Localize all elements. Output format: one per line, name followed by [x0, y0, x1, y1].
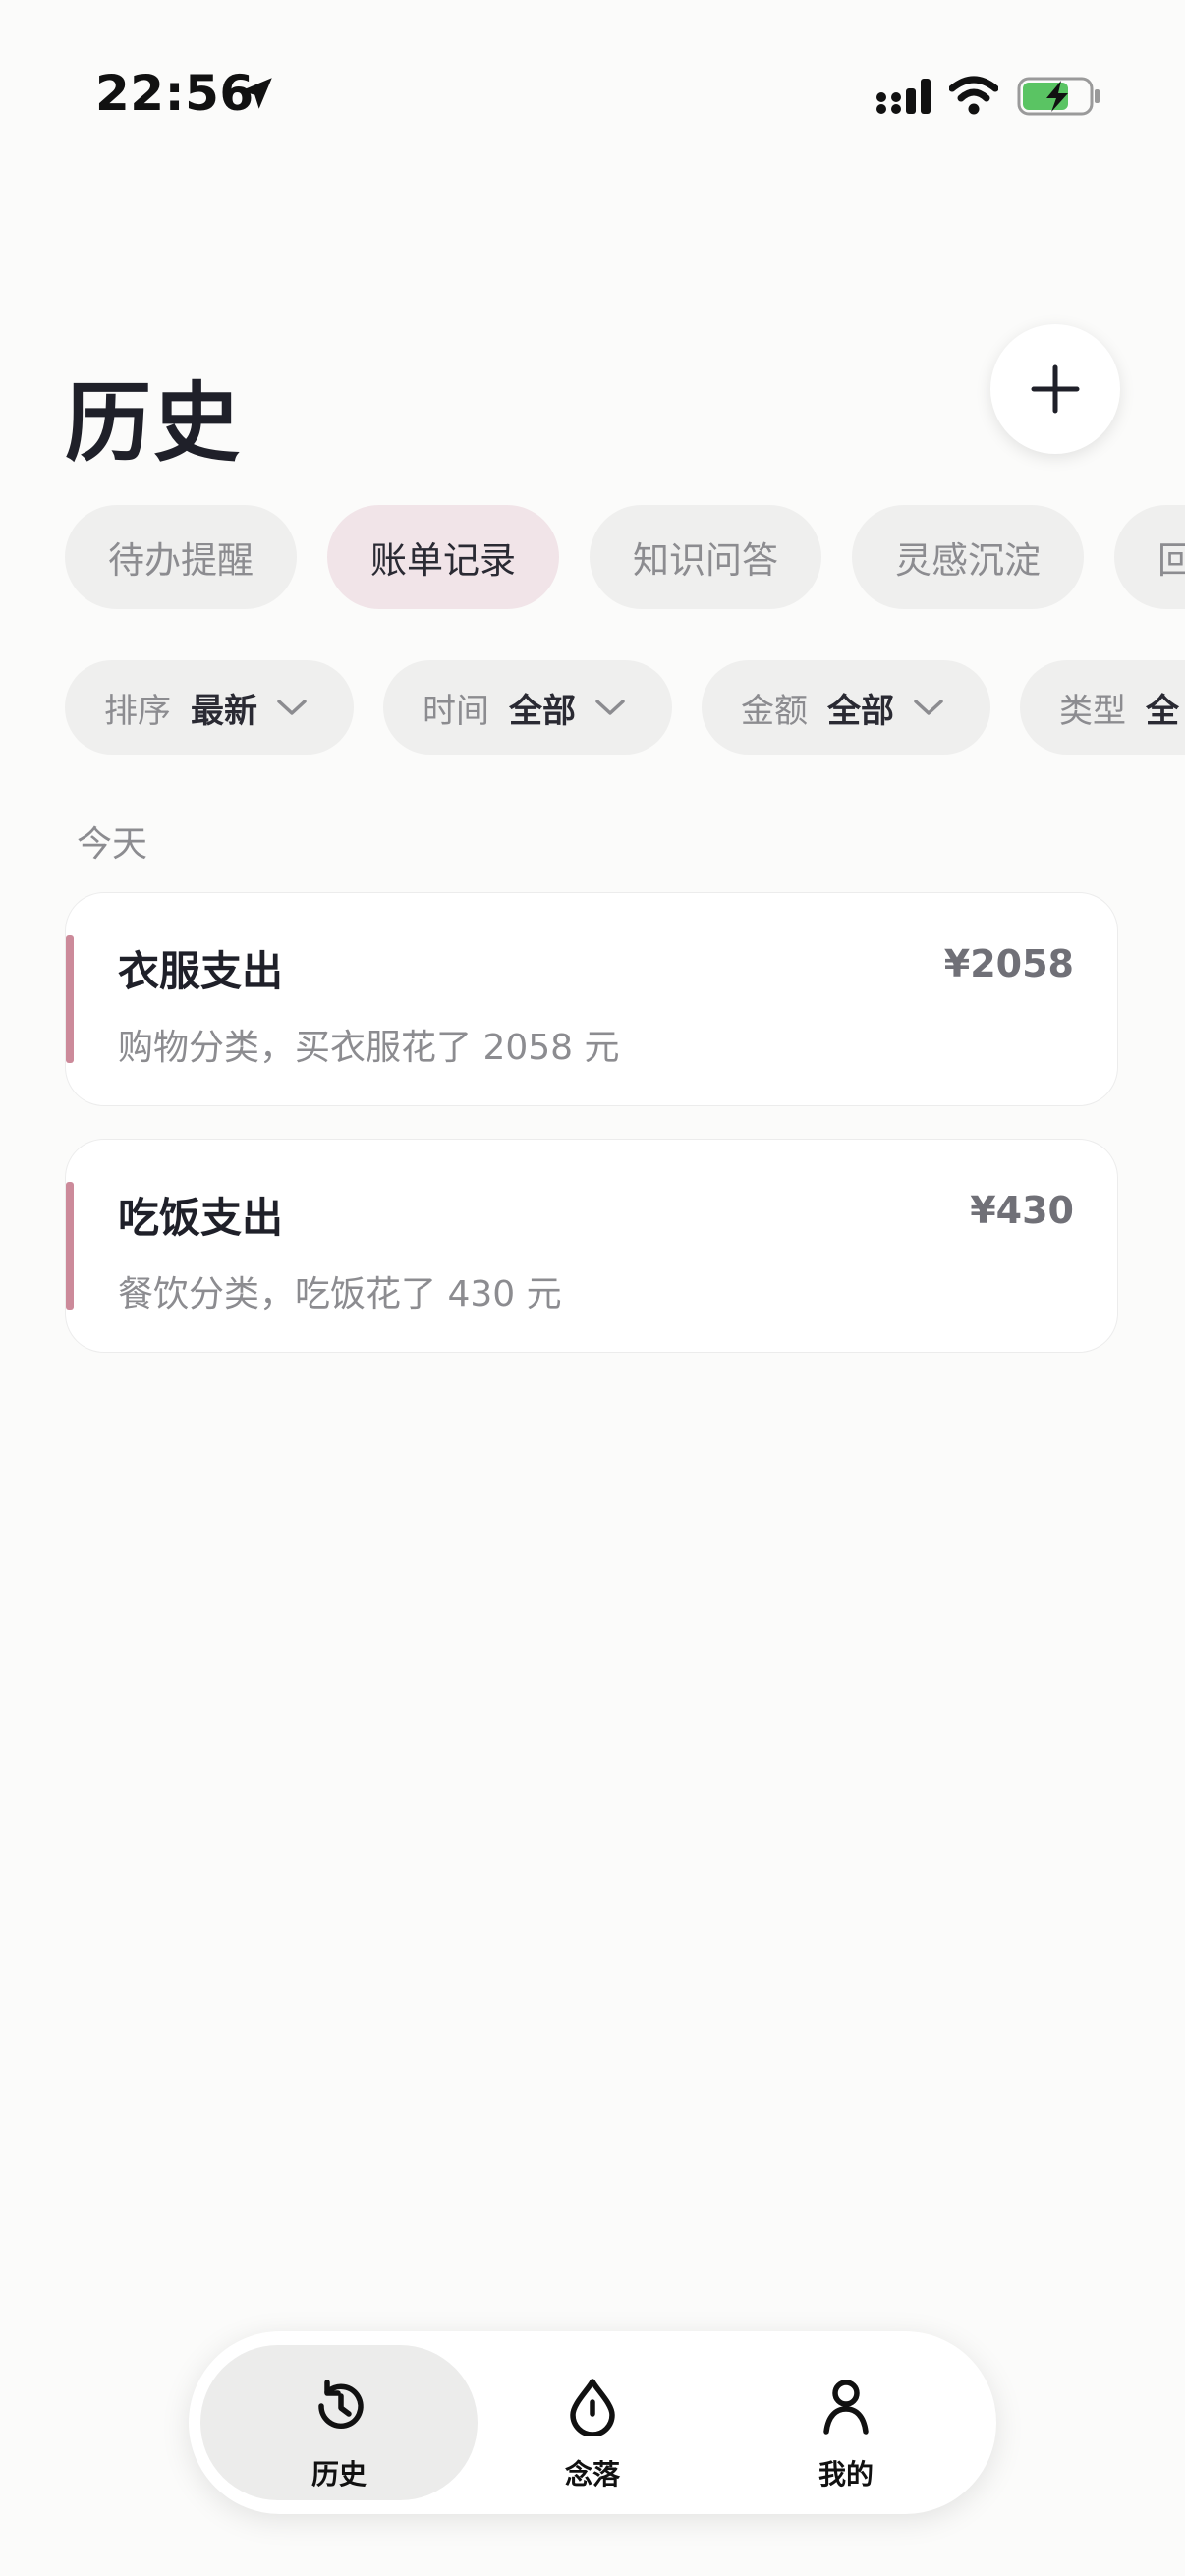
nav-item-nianluo[interactable]: 念落	[454, 2345, 731, 2500]
record-title: 衣服支出	[118, 947, 284, 995]
chevron-down-icon	[595, 700, 625, 715]
filter-label: 排序	[104, 691, 171, 731]
filter-bar: 排序 最新 时间 全部 金额 全部 类型 全	[65, 660, 1185, 755]
nav-label: 历史	[310, 2458, 367, 2491]
history-icon	[318, 2380, 364, 2429]
card-accent-bar	[66, 1182, 74, 1310]
sort-filter[interactable]: 排序 最新	[65, 660, 354, 755]
user-icon	[823, 2380, 869, 2435]
tab-more[interactable]: 回	[1114, 505, 1185, 609]
filter-value: 全部	[509, 691, 576, 731]
wifi-icon	[949, 76, 998, 115]
page-title: 历史	[65, 372, 243, 474]
time-filter[interactable]: 时间 全部	[383, 660, 672, 755]
record-card[interactable]: 吃饭支出 ¥430 餐饮分类，吃饭花了 430 元	[65, 1139, 1118, 1353]
nav-item-history[interactable]: 历史	[200, 2345, 478, 2500]
filter-label: 金额	[741, 691, 808, 731]
category-tabs: 待办提醒 账单记录 知识问答 灵感沉淀 回	[65, 505, 1185, 609]
status-time: 22:56	[95, 65, 254, 122]
tab-todo[interactable]: 待办提醒	[65, 505, 297, 609]
bottom-nav: 历史 念落 我的	[189, 2331, 996, 2514]
plus-icon	[1031, 364, 1080, 414]
add-button[interactable]	[990, 324, 1120, 454]
filter-value: 最新	[191, 691, 257, 731]
nav-label: 我的	[818, 2458, 874, 2491]
filter-label: 时间	[423, 691, 489, 731]
drop-icon	[570, 2379, 615, 2436]
chevron-down-icon	[914, 700, 943, 715]
nav-item-profile[interactable]: 我的	[707, 2345, 985, 2500]
record-description: 购物分类，买衣服花了 2058 元	[118, 1028, 620, 1068]
nav-label: 念落	[564, 2458, 620, 2491]
cellular-signal-icon	[876, 79, 931, 114]
filter-label: 类型	[1059, 691, 1126, 731]
battery-charging-icon	[1017, 77, 1100, 116]
location-arrow-icon	[241, 78, 272, 109]
tab-inspiration[interactable]: 灵感沉淀	[852, 505, 1084, 609]
record-description: 餐饮分类，吃饭花了 430 元	[118, 1274, 562, 1315]
record-title: 吃饭支出	[118, 1194, 284, 1242]
tab-knowledge[interactable]: 知识问答	[590, 505, 821, 609]
filter-value: 全部	[827, 691, 894, 731]
record-amount: ¥2058	[943, 942, 1074, 985]
amount-filter[interactable]: 金额 全部	[702, 660, 990, 755]
record-card[interactable]: 衣服支出 ¥2058 购物分类，买衣服花了 2058 元	[65, 892, 1118, 1106]
section-label-today: 今天	[77, 824, 148, 865]
chevron-down-icon	[277, 700, 307, 715]
card-accent-bar	[66, 935, 74, 1063]
filter-value: 全	[1146, 691, 1179, 731]
type-filter[interactable]: 类型 全	[1020, 660, 1185, 755]
tab-bills[interactable]: 账单记录	[327, 505, 559, 609]
history-screen: 22:56 历史 待办提醒 账单记录 知识问答 灵感沉淀 回 排序 最新 时间 …	[0, 0, 1185, 2576]
record-amount: ¥430	[970, 1189, 1074, 1232]
